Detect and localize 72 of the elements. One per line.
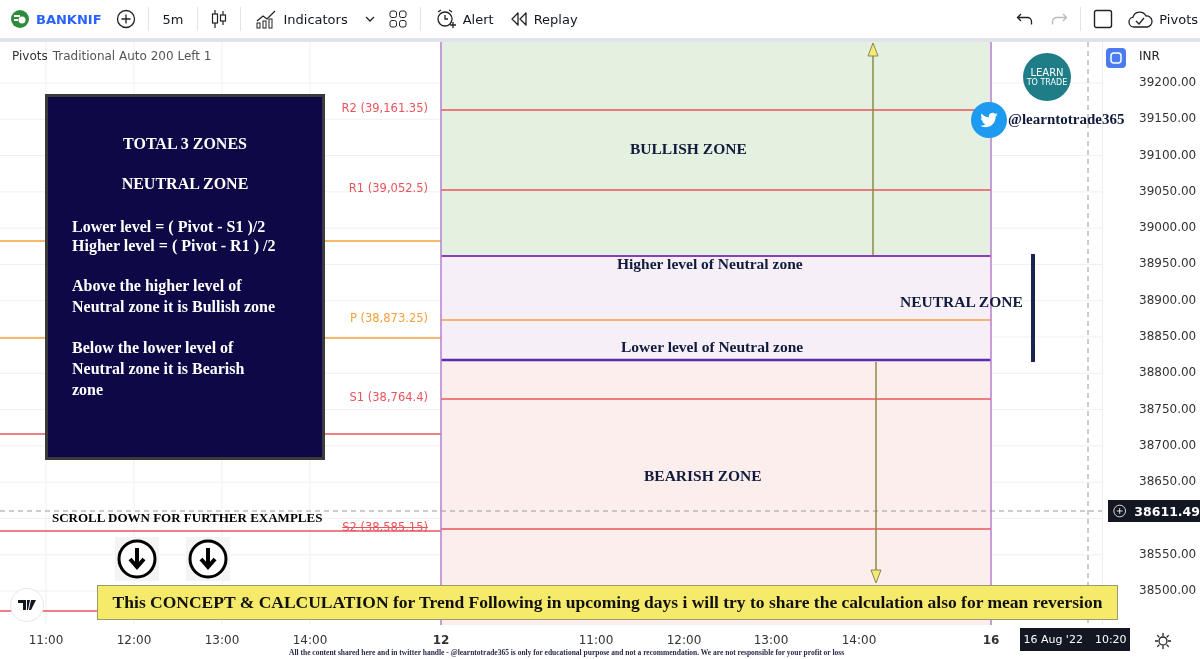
- time-tick: 14:00: [292, 633, 328, 647]
- info-subtitle: NEUTRAL ZONE: [120, 175, 250, 193]
- fullscreen-icon[interactable]: [1093, 9, 1114, 29]
- price-tick: 39200.00: [1139, 75, 1197, 89]
- info-note: Below the lower level of Neutral zone it is Bearish zone: [72, 338, 246, 400]
- pivot-line: [0, 337, 46, 339]
- price-tick: 38700.00: [1139, 437, 1197, 452]
- symbol-logo-icon: [10, 9, 30, 29]
- chart-bars-icon: [255, 9, 278, 29]
- layout-button[interactable]: Pivots: [1125, 7, 1200, 31]
- price-tick: 38900.00: [1139, 292, 1197, 307]
- interval-button[interactable]: 5m: [160, 9, 186, 29]
- bird-icon: [971, 102, 1007, 138]
- rewind-icon: [509, 11, 528, 27]
- caret-icon[interactable]: [363, 15, 376, 23]
- twitter-handle: @learntotrade365: [1008, 111, 1125, 128]
- time-tick: 11:00: [578, 633, 614, 647]
- price-tick: 39100.00: [1139, 147, 1197, 162]
- zone-label: BULLISH ZONE: [630, 140, 747, 158]
- zone-label: Lower level of Neutral zone: [621, 338, 804, 356]
- info-banner: This CONCEPT & CALCULATION for Trend Following in upcoming days i will try to share the calculation also for mean reversion: [97, 585, 1118, 620]
- time-tick: 12:00: [116, 633, 152, 647]
- time-tick: 13:00: [753, 633, 789, 647]
- zone-label: Higher level of Neutral zone: [617, 255, 803, 273]
- currency-icon[interactable]: [1106, 48, 1126, 68]
- add-icon[interactable]: [115, 9, 136, 29]
- indicator-name: Pivots: [12, 49, 48, 63]
- undo-icon[interactable]: [1016, 12, 1035, 26]
- alarm-clock-icon: [434, 8, 457, 30]
- time-tick: 12:00: [666, 633, 702, 647]
- price-tick: 39150.00: [1139, 111, 1197, 126]
- price-tick: 38500.00: [1139, 583, 1197, 598]
- price-tick: 38950.00: [1139, 256, 1197, 271]
- formula-text: Lower level = ( Pivot - S1 )/2: [72, 217, 267, 236]
- info-note: Above the higher level of Neutral zone it is Bullish zone: [72, 276, 277, 317]
- price-tick: 38650.00: [1139, 474, 1197, 489]
- cloud-check-icon: [1127, 9, 1154, 29]
- price-tick: 39050.00: [1139, 183, 1197, 198]
- price-tick: 38800.00: [1139, 365, 1197, 380]
- info-title: TOTAL 3 ZONES: [122, 135, 248, 153]
- pivot-line: [0, 433, 46, 435]
- symbol-button[interactable]: BANKNIF: [34, 9, 104, 29]
- pivot-label: R1 (39,052.5): [348, 181, 428, 195]
- scroll-hint: SCROLL DOWN FOR FURTHER EXAMPLES: [52, 510, 323, 526]
- zone-label: NEUTRAL ZONE: [900, 293, 1023, 311]
- time-tick: 11:00: [28, 633, 64, 647]
- pivot-label: S1 (38,764.4): [349, 390, 428, 404]
- price-tick: 39000.00: [1139, 220, 1197, 235]
- brand-logo: LEARN TO TRADE: [1023, 53, 1071, 101]
- indicators-button[interactable]: Indicators: [253, 7, 350, 31]
- layout-grid-icon[interactable]: [387, 9, 408, 29]
- zone-label: BEARISH ZONE: [644, 467, 762, 485]
- time-tick: 12: [432, 633, 450, 647]
- alert-button[interactable]: Alert: [432, 6, 496, 32]
- price-tick: 38750.00: [1139, 401, 1197, 416]
- candles-icon[interactable]: [210, 8, 229, 30]
- currency-label: INR: [1139, 49, 1160, 63]
- pivot-label: P (38,873.25): [349, 311, 428, 325]
- pivot-label: R2 (39,161.35): [341, 101, 428, 115]
- price-tick: 38550.00: [1139, 546, 1197, 561]
- time-tick: 16: [982, 633, 1000, 647]
- pivot-line: [0, 240, 46, 242]
- settings-icon[interactable]: [1154, 632, 1172, 650]
- replay-button[interactable]: Replay: [507, 9, 580, 29]
- crosshair-price: 38611.49: [1108, 500, 1200, 522]
- price-tick: 38850.00: [1139, 329, 1197, 343]
- formula-text: Higher level = ( Pivot - R1 ) /2: [72, 236, 277, 255]
- plus-icon[interactable]: [1113, 503, 1127, 519]
- time-tick: 13:00: [204, 633, 240, 647]
- indicator-params: Traditional Auto 200 Left 1: [52, 49, 212, 63]
- crosshair-date: 16 Aug '22 10:20: [1020, 628, 1130, 651]
- time-tick: 14:00: [841, 633, 877, 647]
